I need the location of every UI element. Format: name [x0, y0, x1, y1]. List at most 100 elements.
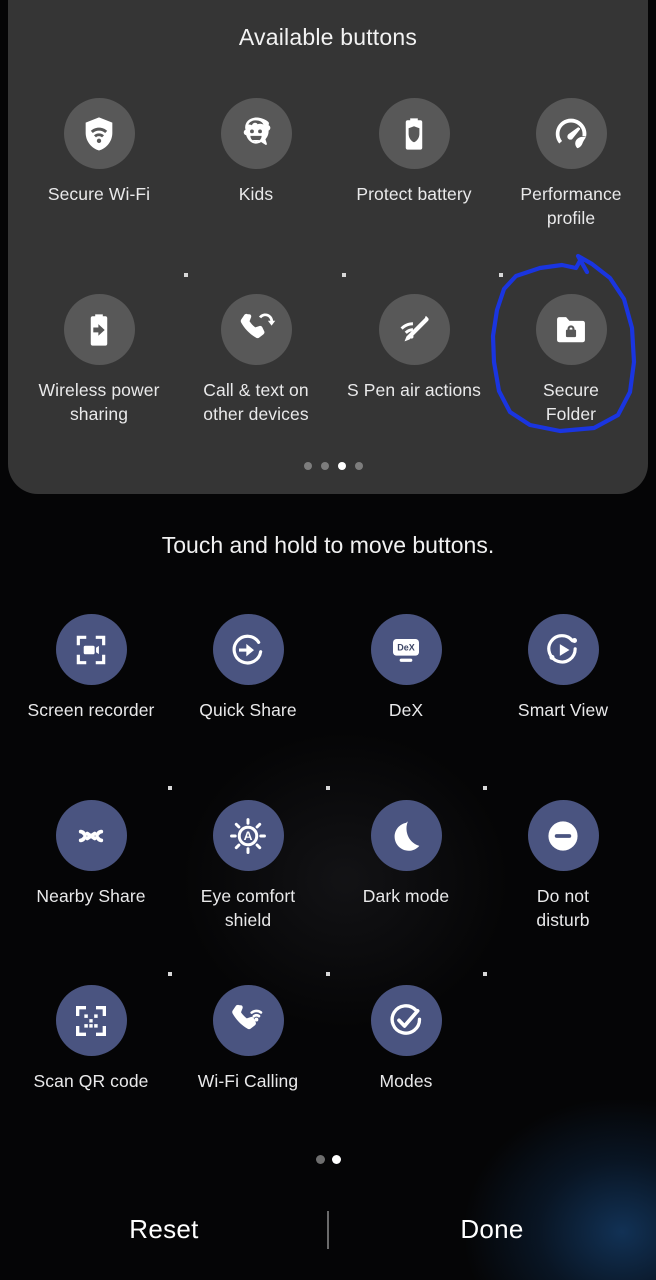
- tile-label: Wireless power sharing: [38, 380, 160, 424]
- smart-view-circle[interactable]: [527, 614, 599, 685]
- done-button[interactable]: Done: [372, 1198, 612, 1260]
- eye-comfort-icon: A: [230, 817, 266, 854]
- kids-face-icon: [243, 117, 271, 145]
- tile-label: Performance profile: [520, 184, 622, 228]
- tile-secure-wifi[interactable]: Secure Wi-Fi: [20, 98, 178, 206]
- performance-profile-circle[interactable]: [535, 98, 607, 169]
- do-not-disturb-icon: [548, 820, 578, 851]
- tile-label: Wi-Fi Calling: [197, 1071, 299, 1091]
- available-buttons-title: Available buttons: [238, 24, 418, 50]
- shield-wifi-icon: [85, 116, 113, 150]
- phone-sync-icon: [240, 313, 276, 338]
- pager-dot[interactable]: [315, 1155, 325, 1164]
- svg-text:A: A: [244, 829, 253, 843]
- tile-wifi-calling[interactable]: Wi-Fi Calling: [169, 985, 327, 1093]
- grid-separator-dot: [326, 786, 330, 790]
- svg-text:DeX: DeX: [397, 642, 415, 652]
- tile-call-text-other-devices[interactable]: Call & text on other devices: [177, 294, 335, 426]
- available-buttons-panel: Available buttons Secure Wi-Fi Kids Prot…: [8, 0, 648, 494]
- tile-eye-comfort-shield[interactable]: A Eye comfort shield: [169, 800, 327, 932]
- tile-secure-folder[interactable]: Secure Folder: [492, 294, 650, 426]
- available-pager-dots[interactable]: [304, 462, 363, 470]
- eye-comfort-shield-circle[interactable]: A: [212, 800, 284, 871]
- nearby-share-circle[interactable]: [55, 800, 127, 871]
- pager-dot-active[interactable]: [331, 1155, 341, 1164]
- tile-modes[interactable]: Modes: [327, 985, 485, 1093]
- grid-separator-dot: [483, 786, 487, 790]
- wifi-calling-circle[interactable]: [212, 985, 284, 1056]
- grid-separator-dot: [483, 972, 487, 976]
- tile-screen-recorder[interactable]: Screen recorder: [12, 614, 170, 722]
- tile-label: Smart View: [517, 700, 609, 720]
- reset-button[interactable]: Reset: [44, 1198, 284, 1260]
- do-not-disturb-circle[interactable]: [527, 800, 599, 871]
- quick-share-circle[interactable]: [212, 614, 284, 685]
- move-buttons-hint: Touch and hold to move buttons.: [161, 532, 495, 558]
- screen-recorder-circle[interactable]: [55, 614, 127, 685]
- tile-label: Eye comfort shield: [200, 886, 296, 930]
- tile-performance-profile[interactable]: Performance profile: [492, 98, 650, 230]
- folder-lock-icon: [557, 316, 585, 342]
- secure-folder-circle[interactable]: [535, 294, 607, 365]
- dex-icon: DeX: [393, 638, 419, 662]
- tile-wireless-power-sharing[interactable]: Wireless power sharing: [20, 294, 178, 426]
- grid-separator-dot: [184, 273, 188, 277]
- dark-mode-circle[interactable]: [370, 800, 442, 871]
- quick-settings-edit-screen: Available buttons Secure Wi-Fi Kids Prot…: [0, 0, 656, 1280]
- tile-kids[interactable]: Kids: [177, 98, 335, 206]
- pager-dot[interactable]: [355, 462, 363, 470]
- battery-shield-icon: [405, 117, 423, 150]
- tile-label: Secure Wi-Fi: [47, 184, 151, 204]
- kids-circle[interactable]: [220, 98, 292, 169]
- grid-separator-dot: [326, 972, 330, 976]
- tile-label: DeX: [388, 700, 424, 720]
- grid-separator-dot: [342, 273, 346, 277]
- tile-protect-battery[interactable]: Protect battery: [335, 98, 493, 206]
- call-text-other-devices-circle[interactable]: [220, 294, 292, 365]
- tile-label: Kids: [238, 184, 274, 204]
- tile-label: Screen recorder: [27, 700, 155, 720]
- tile-dark-mode[interactable]: Dark mode: [327, 800, 485, 908]
- tile-nearby-share[interactable]: Nearby Share: [12, 800, 170, 908]
- tile-label: Scan QR code: [33, 1071, 149, 1091]
- grid-separator-dot: [168, 786, 172, 790]
- grid-separator-dot: [499, 273, 503, 277]
- modes-circle[interactable]: [370, 985, 442, 1056]
- qr-scan-icon: [76, 1005, 106, 1036]
- tile-smart-view[interactable]: Smart View: [484, 614, 642, 722]
- tile-spen-air-actions[interactable]: S Pen air actions: [335, 294, 493, 402]
- tile-label: Quick Share: [199, 700, 297, 720]
- tile-label: Nearby Share: [36, 886, 146, 906]
- tile-label: Dark mode: [362, 886, 450, 906]
- pager-dot[interactable]: [304, 462, 312, 470]
- wireless-power-sharing-circle[interactable]: [63, 294, 135, 365]
- moon-icon: [394, 820, 420, 851]
- modes-check-icon: [390, 1003, 422, 1035]
- tile-dex[interactable]: DeX DeX: [327, 614, 485, 722]
- grid-separator-dot: [168, 972, 172, 976]
- wifi-calling-icon: [232, 1004, 263, 1029]
- bottom-pager-dots[interactable]: [0, 1155, 656, 1164]
- tile-do-not-disturb[interactable]: Do not disturb: [484, 800, 642, 932]
- tile-label: Call & text on other devices: [203, 380, 309, 424]
- footer-divider: [327, 1211, 329, 1249]
- gauge-leaf-icon: [555, 118, 587, 148]
- quick-share-icon: [232, 634, 263, 664]
- pager-dot-active[interactable]: [338, 462, 346, 470]
- battery-arrow-icon: [90, 313, 108, 346]
- spen-wand-icon: [400, 315, 429, 341]
- tile-label: Do not disturb: [536, 886, 590, 930]
- scan-qr-code-circle[interactable]: [55, 985, 127, 1056]
- tile-label: S Pen air actions: [347, 380, 481, 400]
- screen-recorder-icon: [76, 635, 106, 664]
- tile-label: Secure Folder: [542, 380, 600, 424]
- pager-dot[interactable]: [321, 462, 329, 470]
- smart-view-icon: [547, 633, 577, 664]
- spen-air-actions-circle[interactable]: [378, 294, 450, 365]
- tile-label: Modes: [379, 1071, 433, 1091]
- secure-wifi-circle[interactable]: [63, 98, 135, 169]
- protect-battery-circle[interactable]: [378, 98, 450, 169]
- tile-quick-share[interactable]: Quick Share: [169, 614, 327, 722]
- dex-circle[interactable]: DeX: [370, 614, 442, 685]
- tile-scan-qr-code[interactable]: Scan QR code: [12, 985, 170, 1093]
